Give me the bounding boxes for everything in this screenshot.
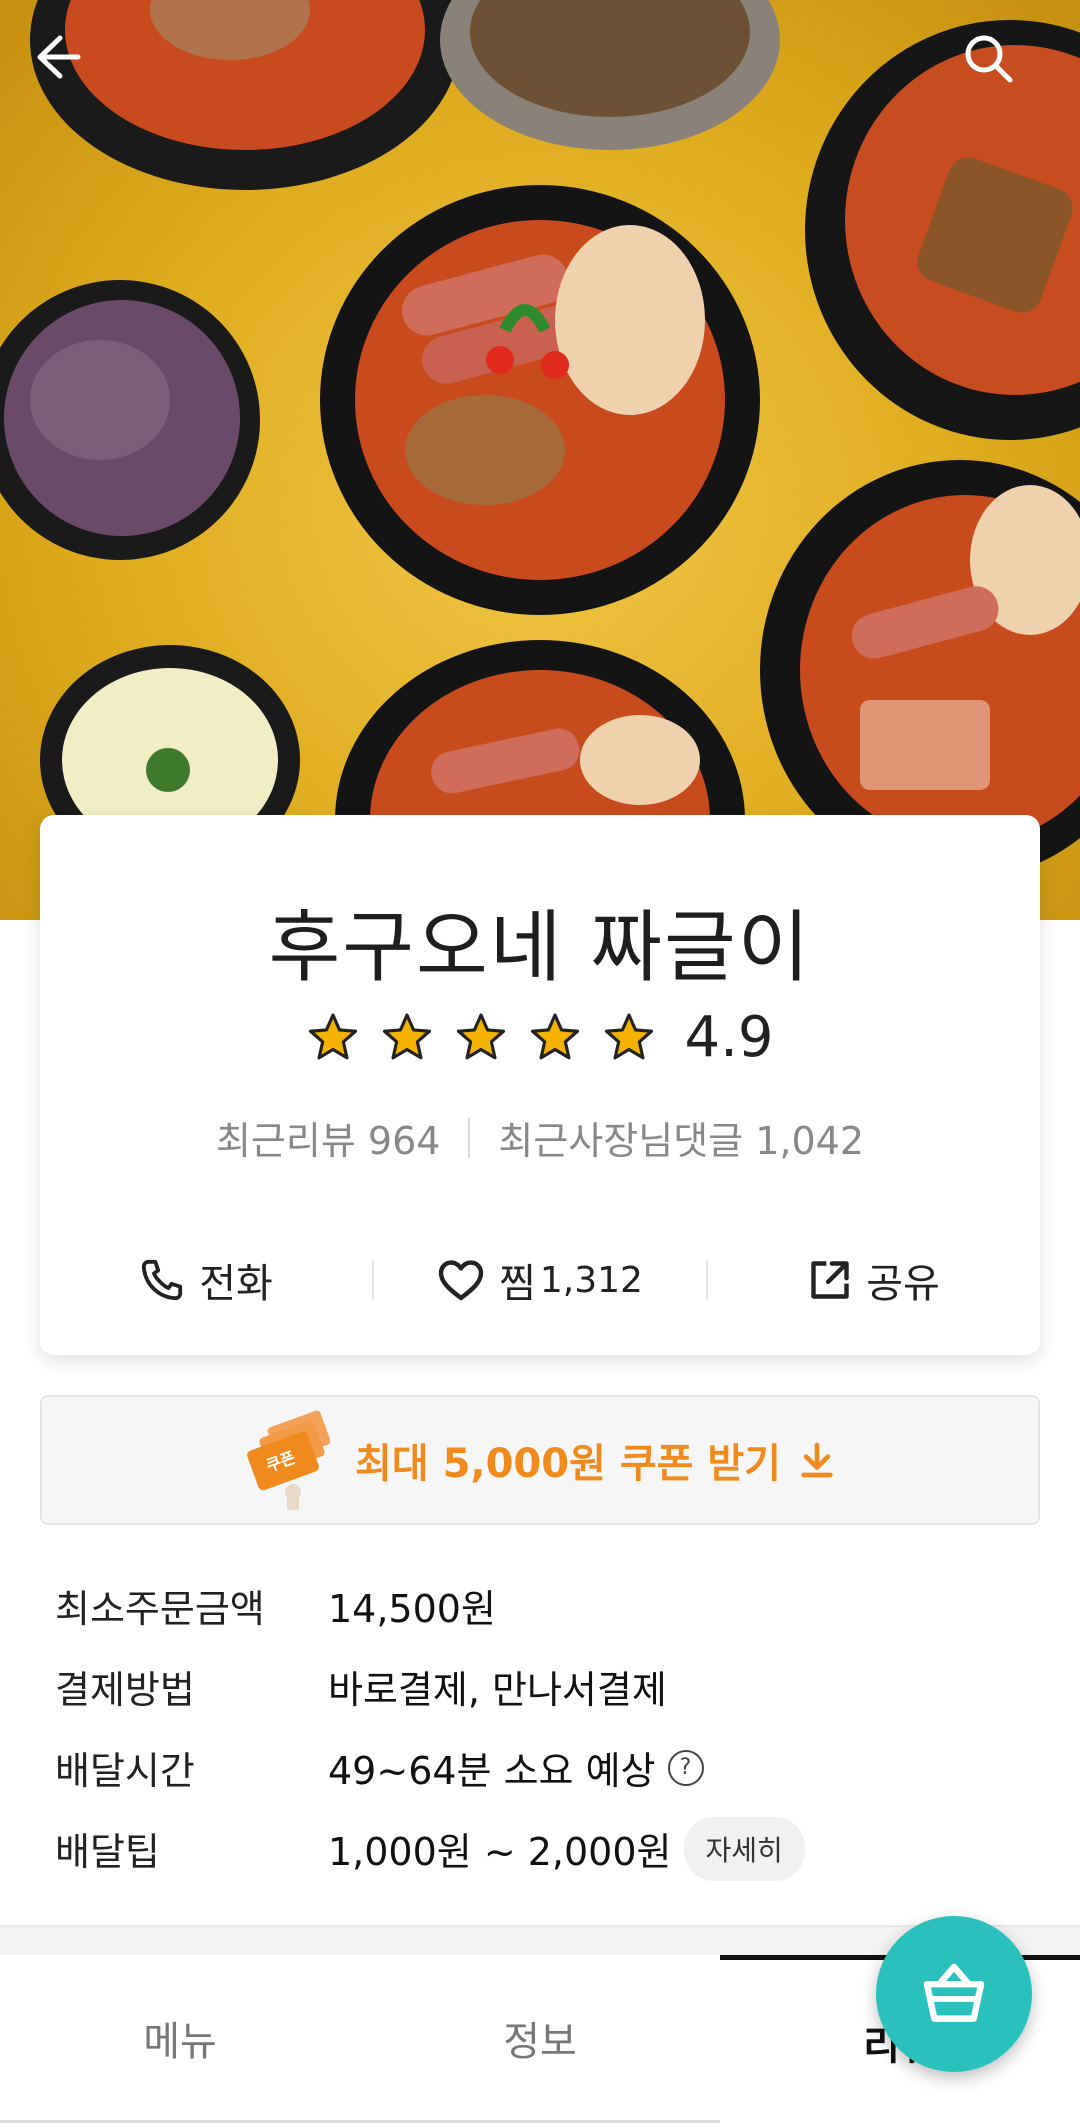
payment-label: 결제방법 [55, 1668, 195, 1712]
rating-value: 4.9 [684, 1005, 774, 1070]
info-row-payment: 결제방법 바로결제, 만나서결제 [55, 1646, 1035, 1727]
info-row-delivery-time: 배달시간 49~64분 소요 예상 ? [55, 1727, 1035, 1808]
min-order-value: 14,500원 [328, 1587, 496, 1631]
min-order-label: 최소주문금액 [55, 1587, 265, 1631]
back-button[interactable] [30, 30, 120, 120]
star-icon [457, 1012, 506, 1059]
basket-icon [923, 1963, 985, 2022]
delivery-tip-detail-button[interactable]: 자세히 [683, 1816, 805, 1881]
food-photo [0, 0, 1080, 920]
share-button[interactable]: 공유 [708, 1251, 1040, 1309]
payment-value: 바로결제, 만나서결제 [328, 1668, 667, 1712]
cart-button[interactable] [876, 1916, 1032, 2072]
coupon-label: 최대 5,000원 쿠폰 받기 [355, 1441, 781, 1487]
delivery-tip-value: 1,000원 ~ 2,000원 [328, 1830, 672, 1874]
delivery-time-label: 배달시간 [55, 1749, 195, 1793]
info-row-delivery-tip: 배달팁 1,000원 ~ 2,000원 자세히 [55, 1808, 1035, 1889]
delivery-tip-group: 1,000원 ~ 2,000원 자세히 [328, 1816, 805, 1881]
delivery-time-group: 49~64분 소요 예상 ? [328, 1740, 704, 1795]
search-icon [965, 35, 1013, 83]
star-icon [383, 1012, 432, 1059]
store-actions: 전화 찜 1,312 공유 [40, 1235, 1040, 1325]
help-icon[interactable]: ? [667, 1749, 704, 1786]
store-hero-image [0, 0, 1080, 920]
search-button[interactable] [960, 30, 1050, 120]
arrow-left-icon [37, 35, 81, 79]
like-button[interactable]: 찜 1,312 [374, 1251, 706, 1309]
coupon-ticket-icon: 쿠폰 [247, 1410, 331, 1510]
info-row-min-order: 최소주문금액 14,500원 [55, 1565, 1035, 1646]
phone-icon [142, 1259, 183, 1301]
like-count: 1,312 [539, 1259, 643, 1301]
download-icon [801, 1442, 833, 1478]
tab-menu[interactable]: 메뉴 [0, 1955, 360, 2123]
store-name: 후구오네 짜글이 [268, 903, 812, 993]
delivery-tip-label: 배달팁 [55, 1830, 160, 1874]
divider [468, 1117, 471, 1158]
share-label: 공유 [866, 1261, 940, 1307]
share-icon [811, 1261, 849, 1299]
call-button[interactable]: 전화 [40, 1251, 372, 1309]
recent-reviews-link[interactable]: 최근리뷰 964 [216, 1110, 440, 1165]
delivery-time-value: 49~64분 소요 예상 [328, 1749, 656, 1793]
call-label: 전화 [199, 1261, 273, 1307]
review-stats: 최근리뷰 964 최근사장님댓글 1,042 [40, 1110, 1040, 1165]
star-icon [531, 1012, 580, 1059]
delivery-info: 최소주문금액 14,500원 결제방법 바로결제, 만나서결제 배달시간 49~… [55, 1565, 1035, 1889]
star-icon [605, 1012, 654, 1059]
heart-icon [438, 1260, 484, 1301]
tab-info[interactable]: 정보 [360, 1955, 720, 2123]
coupon-download-button[interactable]: 쿠폰 최대 5,000원 쿠폰 받기 [40, 1395, 1040, 1525]
rating-row[interactable]: 4.9 [40, 1005, 1040, 1070]
like-label: 찜 [499, 1261, 536, 1307]
store-info-card: 후구오네 짜글이 4.9 최근리뷰 964 최근사장님댓글 1,042 전화 찜… [40, 815, 1040, 1355]
recent-owner-replies-link[interactable]: 최근사장님댓글 1,042 [498, 1110, 864, 1165]
star-icon [309, 1012, 358, 1059]
